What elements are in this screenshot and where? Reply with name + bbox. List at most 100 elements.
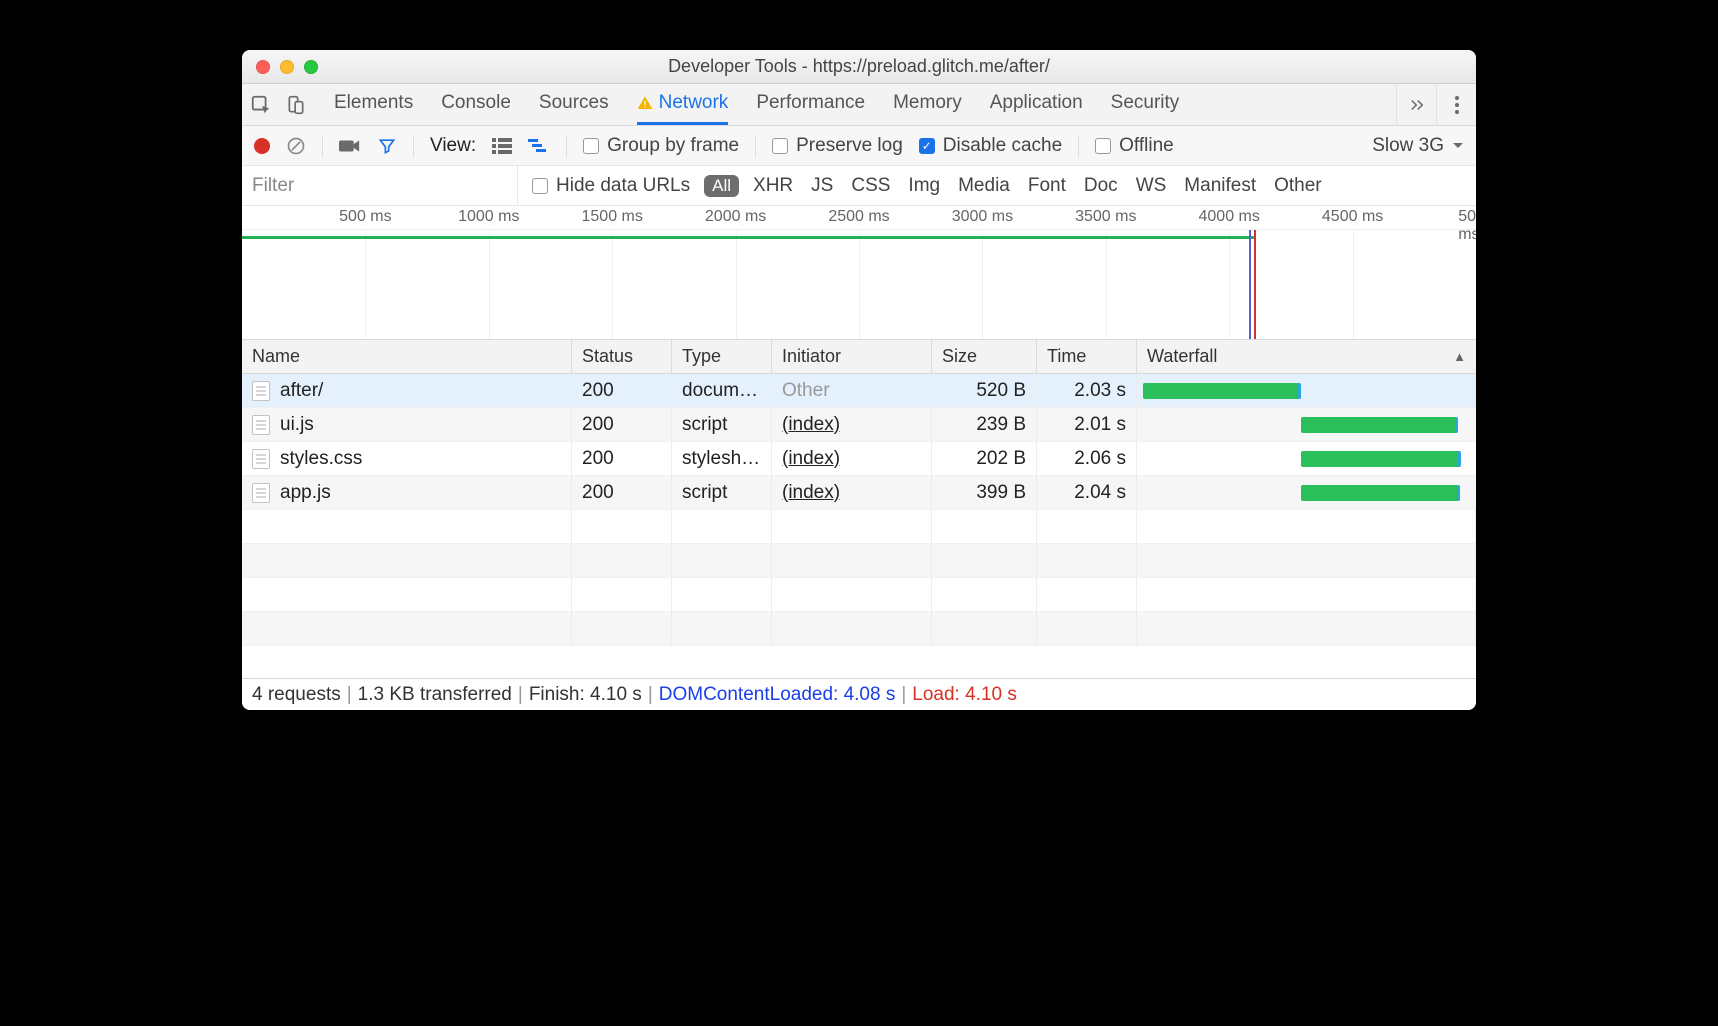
offline-label: Offline [1119, 135, 1174, 157]
filter-type-font[interactable]: Font [1028, 175, 1066, 197]
cell-waterfall [1137, 476, 1476, 509]
filter-type-all[interactable]: All [704, 175, 739, 197]
cell-waterfall [1137, 442, 1476, 475]
filter-type-manifest[interactable]: Manifest [1184, 175, 1256, 197]
chevron-down-icon [1452, 142, 1464, 150]
tab-console[interactable]: Console [441, 84, 511, 125]
minimize-window-button[interactable] [280, 60, 294, 74]
cell-type: script [672, 408, 772, 441]
tab-network[interactable]: Network [637, 84, 729, 125]
cell-initiator[interactable]: (index) [772, 476, 932, 509]
panel-tabs: Elements Console Sources Network Performance… [242, 84, 1476, 126]
throttling-select[interactable]: Slow 3G [1372, 135, 1464, 157]
close-window-button[interactable] [256, 60, 270, 74]
table-header: Name Status Type Initiator Size Time Wat… [242, 340, 1476, 374]
overview-toggle-icon[interactable] [528, 138, 550, 154]
zoom-window-button[interactable] [304, 60, 318, 74]
col-time[interactable]: Time [1037, 340, 1137, 373]
filter-type-ws[interactable]: WS [1136, 175, 1167, 197]
col-status[interactable]: Status [572, 340, 672, 373]
table-row[interactable]: app.js200script(index)399 B2.04 s [242, 476, 1476, 510]
table-row-empty [242, 510, 1476, 544]
cell-name: after/ [242, 374, 572, 407]
preserve-log-label: Preserve log [796, 135, 903, 157]
table-row[interactable]: styles.css200stylesh…(index)202 B2.06 s [242, 442, 1476, 476]
requests-table: Name Status Type Initiator Size Time Wat… [242, 340, 1476, 678]
file-icon [252, 381, 270, 401]
large-rows-icon[interactable] [492, 138, 512, 154]
cell-status: 200 [572, 442, 672, 475]
filter-type-img[interactable]: Img [908, 175, 940, 197]
tab-sources[interactable]: Sources [539, 84, 609, 125]
cell-waterfall [1137, 408, 1476, 441]
table-row-empty [242, 544, 1476, 578]
status-bar: 4 requests| 1.3 KB transferred| Finish: … [242, 678, 1476, 710]
window-title: Developer Tools - https://preload.glitch… [242, 56, 1476, 77]
cell-initiator: Other [772, 374, 932, 407]
filter-type-doc[interactable]: Doc [1084, 175, 1118, 197]
capture-screenshots-icon[interactable] [339, 138, 361, 154]
col-size[interactable]: Size [932, 340, 1037, 373]
col-type[interactable]: Type [672, 340, 772, 373]
load-marker [1254, 230, 1256, 339]
titlebar: Developer Tools - https://preload.glitch… [242, 50, 1476, 84]
filter-toggle-icon[interactable] [377, 136, 397, 156]
status-transferred: 1.3 KB transferred [358, 684, 512, 706]
cell-name: styles.css [242, 442, 572, 475]
cell-type: script [672, 476, 772, 509]
filter-type-css[interactable]: CSS [851, 175, 890, 197]
table-row-empty [242, 612, 1476, 646]
col-name[interactable]: Name [242, 340, 572, 373]
device-toolbar-icon[interactable] [286, 94, 306, 116]
clear-button[interactable] [286, 136, 306, 156]
preserve-log-checkbox[interactable]: Preserve log [772, 135, 903, 157]
file-icon [252, 415, 270, 435]
network-overview[interactable]: 500 ms1000 ms1500 ms2000 ms2500 ms3000 m… [242, 206, 1476, 340]
cell-initiator[interactable]: (index) [772, 442, 932, 475]
tab-application[interactable]: Application [990, 84, 1083, 125]
cell-status: 200 [572, 476, 672, 509]
cell-size: 202 B [932, 442, 1037, 475]
devtools-window: Developer Tools - https://preload.glitch… [242, 50, 1476, 710]
timeline-tick: 4500 ms [1322, 208, 1383, 226]
cell-status: 200 [572, 374, 672, 407]
table-row-empty [242, 578, 1476, 612]
col-initiator[interactable]: Initiator [772, 340, 932, 373]
group-by-frame-checkbox[interactable]: Group by frame [583, 135, 739, 157]
cell-status: 200 [572, 408, 672, 441]
tab-performance[interactable]: Performance [756, 84, 865, 125]
cell-time: 2.06 s [1037, 442, 1137, 475]
filter-type-xhr[interactable]: XHR [753, 175, 793, 197]
table-row[interactable]: ui.js200script(index)239 B2.01 s [242, 408, 1476, 442]
record-button[interactable] [254, 138, 270, 154]
tab-elements[interactable]: Elements [334, 84, 413, 125]
settings-menu-button[interactable] [1436, 84, 1476, 125]
timeline-tick: 2000 ms [705, 208, 766, 226]
filter-type-media[interactable]: Media [958, 175, 1010, 197]
cell-size: 520 B [932, 374, 1037, 407]
offline-checkbox[interactable]: Offline [1095, 135, 1174, 157]
group-by-frame-label: Group by frame [607, 135, 739, 157]
cell-initiator[interactable]: (index) [772, 408, 932, 441]
file-icon [252, 449, 270, 469]
cell-size: 239 B [932, 408, 1037, 441]
tab-memory[interactable]: Memory [893, 84, 962, 125]
hide-data-urls-checkbox[interactable]: Hide data URLs [532, 175, 690, 197]
more-tabs-button[interactable] [1396, 84, 1436, 125]
status-domcontentloaded: DOMContentLoaded: 4.08 s [659, 684, 896, 706]
hide-data-urls-label: Hide data URLs [556, 175, 690, 197]
cell-type: stylesh… [672, 442, 772, 475]
tab-security[interactable]: Security [1111, 84, 1180, 125]
timeline-tick: 4000 ms [1199, 208, 1260, 226]
dcl-marker [1249, 230, 1251, 339]
disable-cache-checkbox[interactable]: ✓Disable cache [919, 135, 1062, 157]
filter-input[interactable] [242, 166, 518, 205]
inspect-element-icon[interactable] [250, 94, 272, 116]
col-waterfall[interactable]: Waterfall▲ [1137, 340, 1476, 373]
view-label: View: [430, 135, 476, 157]
filter-type-other[interactable]: Other [1274, 175, 1322, 197]
cell-time: 2.03 s [1037, 374, 1137, 407]
table-row[interactable]: after/200docum…Other520 B2.03 s [242, 374, 1476, 408]
cell-name: ui.js [242, 408, 572, 441]
filter-type-js[interactable]: JS [811, 175, 833, 197]
